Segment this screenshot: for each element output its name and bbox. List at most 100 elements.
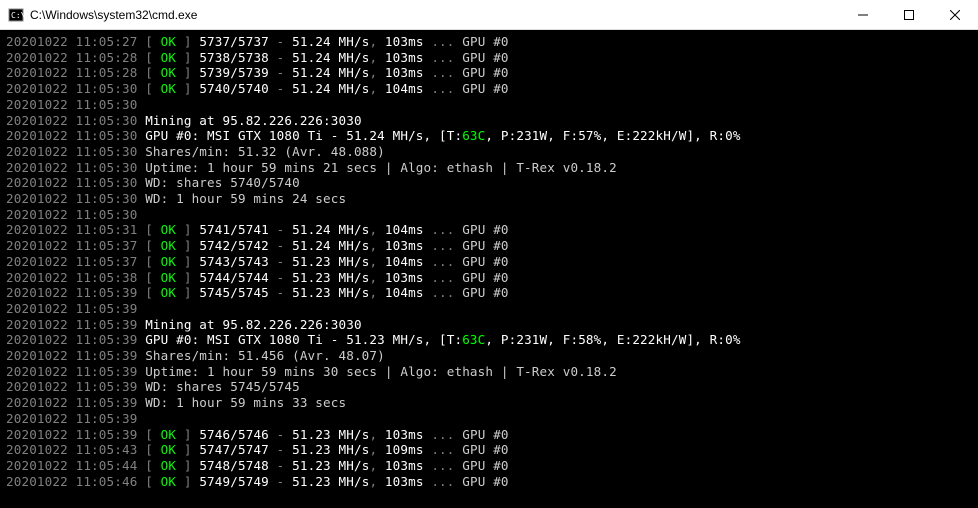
status-bracket: ] — [176, 50, 199, 65]
separator: - — [269, 270, 292, 285]
timestamp: 20201022 11:05:37 — [6, 254, 137, 269]
timestamp: 20201022 11:05:39 — [6, 301, 137, 316]
gpu-temp: 63C — [462, 128, 485, 143]
status-bracket: ] — [176, 65, 199, 80]
status-bracket: ] — [176, 254, 199, 269]
separator: , — [369, 254, 384, 269]
status-ok: OK — [161, 458, 176, 473]
share-count: 5741/5741 — [199, 222, 269, 237]
timestamp: 20201022 11:05:39 — [6, 395, 137, 410]
latency: 109ms — [385, 442, 424, 457]
cmd-icon: C:\ — [8, 7, 24, 23]
timestamp: 20201022 11:05:30 — [6, 175, 137, 190]
gpu-info: , P:231W, F:57%, E:222kH/W], R:0% — [485, 128, 740, 143]
separator: , — [369, 50, 384, 65]
status-bracket: ] — [176, 442, 199, 457]
status-bracket: [ — [145, 458, 160, 473]
console-line: 20201022 11:05:39 WD: 1 hour 59 mins 33 … — [6, 395, 972, 411]
status-ok: OK — [161, 285, 176, 300]
gpu-info: , P:231W, F:58%, E:222kH/W], R:0% — [485, 332, 740, 347]
hashrate: 51.23 MH/s — [292, 474, 369, 489]
hashrate: 51.24 MH/s — [292, 238, 369, 253]
separator: , — [369, 285, 384, 300]
separator: , — [369, 65, 384, 80]
timestamp: 20201022 11:05:44 — [6, 458, 137, 473]
latency: 103ms — [385, 458, 424, 473]
separator: - — [269, 458, 292, 473]
gpu-id: GPU #0 — [462, 238, 508, 253]
latency: 103ms — [385, 427, 424, 442]
timestamp: 20201022 11:05:30 — [6, 191, 137, 206]
hashrate: 51.23 MH/s — [292, 427, 369, 442]
timestamp: 20201022 11:05:39 — [6, 427, 137, 442]
status-ok: OK — [161, 238, 176, 253]
status-bracket: ] — [176, 34, 199, 49]
hashrate: 51.24 MH/s — [292, 34, 369, 49]
separator: - — [269, 34, 292, 49]
console-line: 20201022 11:05:39 GPU #0: MSI GTX 1080 T… — [6, 332, 972, 348]
latency: 103ms — [385, 238, 424, 253]
gpu-temp: 63C — [462, 332, 485, 347]
console-line: 20201022 11:05:27 [ OK ] 5737/5737 - 51.… — [6, 34, 972, 50]
ellipsis: ... — [424, 458, 463, 473]
timestamp: 20201022 11:05:27 — [6, 34, 137, 49]
console-line: 20201022 11:05:30 — [6, 97, 972, 113]
hashrate: 51.24 MH/s — [292, 222, 369, 237]
status-bracket: [ — [145, 50, 160, 65]
separator: , — [369, 270, 384, 285]
timestamp: 20201022 11:05:28 — [6, 50, 137, 65]
console-output[interactable]: 20201022 11:05:27 [ OK ] 5737/5737 - 51.… — [0, 30, 978, 508]
gpu-id: GPU #0 — [462, 285, 508, 300]
gpu-id: GPU #0 — [462, 50, 508, 65]
window-title: C:\Windows\system32\cmd.exe — [30, 8, 840, 22]
status-ok: OK — [161, 50, 176, 65]
latency: 103ms — [385, 50, 424, 65]
latency: 104ms — [385, 254, 424, 269]
window-controls — [840, 0, 978, 30]
console-line: 20201022 11:05:39 WD: shares 5745/5745 — [6, 379, 972, 395]
separator: - — [269, 442, 292, 457]
console-line: 20201022 11:05:39 [ OK ] 5746/5746 - 51.… — [6, 427, 972, 443]
status-bracket: ] — [176, 270, 199, 285]
timestamp: 20201022 11:05:30 — [6, 81, 137, 96]
status-bracket: [ — [145, 427, 160, 442]
share-count: 5746/5746 — [199, 427, 269, 442]
info-text: WD: 1 hour 59 mins 33 secs — [145, 395, 346, 410]
share-count: 5745/5745 — [199, 285, 269, 300]
console-line: 20201022 11:05:37 [ OK ] 5742/5742 - 51.… — [6, 238, 972, 254]
status-bracket: [ — [145, 442, 160, 457]
timestamp: 20201022 11:05:39 — [6, 364, 137, 379]
latency: 104ms — [385, 285, 424, 300]
ellipsis: ... — [424, 254, 463, 269]
timestamp: 20201022 11:05:39 — [6, 285, 137, 300]
separator: - — [269, 427, 292, 442]
timestamp: 20201022 11:05:30 — [6, 207, 137, 222]
share-count: 5740/5740 — [199, 81, 269, 96]
latency: 103ms — [385, 270, 424, 285]
share-count: 5738/5738 — [199, 50, 269, 65]
timestamp: 20201022 11:05:46 — [6, 474, 137, 489]
close-button[interactable] — [932, 0, 978, 30]
timestamp: 20201022 11:05:30 — [6, 97, 137, 112]
status-bracket: [ — [145, 34, 160, 49]
console-line: 20201022 11:05:30 Shares/min: 51.32 (Avr… — [6, 144, 972, 160]
share-count: 5743/5743 — [199, 254, 269, 269]
ellipsis: ... — [424, 427, 463, 442]
timestamp: 20201022 11:05:39 — [6, 348, 137, 363]
ellipsis: ... — [424, 270, 463, 285]
minimize-button[interactable] — [840, 0, 886, 30]
maximize-button[interactable] — [886, 0, 932, 30]
status-bracket: [ — [145, 238, 160, 253]
gpu-id: GPU #0 — [462, 458, 508, 473]
separator: - — [269, 285, 292, 300]
status-ok: OK — [161, 474, 176, 489]
status-ok: OK — [161, 34, 176, 49]
console-line: 20201022 11:05:28 [ OK ] 5739/5739 - 51.… — [6, 65, 972, 81]
timestamp: 20201022 11:05:37 — [6, 238, 137, 253]
console-line: 20201022 11:05:30 Mining at 95.82.226.22… — [6, 113, 972, 129]
gpu-info: GPU #0: MSI GTX 1080 Ti - 51.23 MH/s, [T… — [145, 332, 462, 347]
gpu-id: GPU #0 — [462, 34, 508, 49]
gpu-id: GPU #0 — [462, 254, 508, 269]
gpu-info: GPU #0: MSI GTX 1080 Ti - 51.24 MH/s, [T… — [145, 128, 462, 143]
ellipsis: ... — [424, 285, 463, 300]
